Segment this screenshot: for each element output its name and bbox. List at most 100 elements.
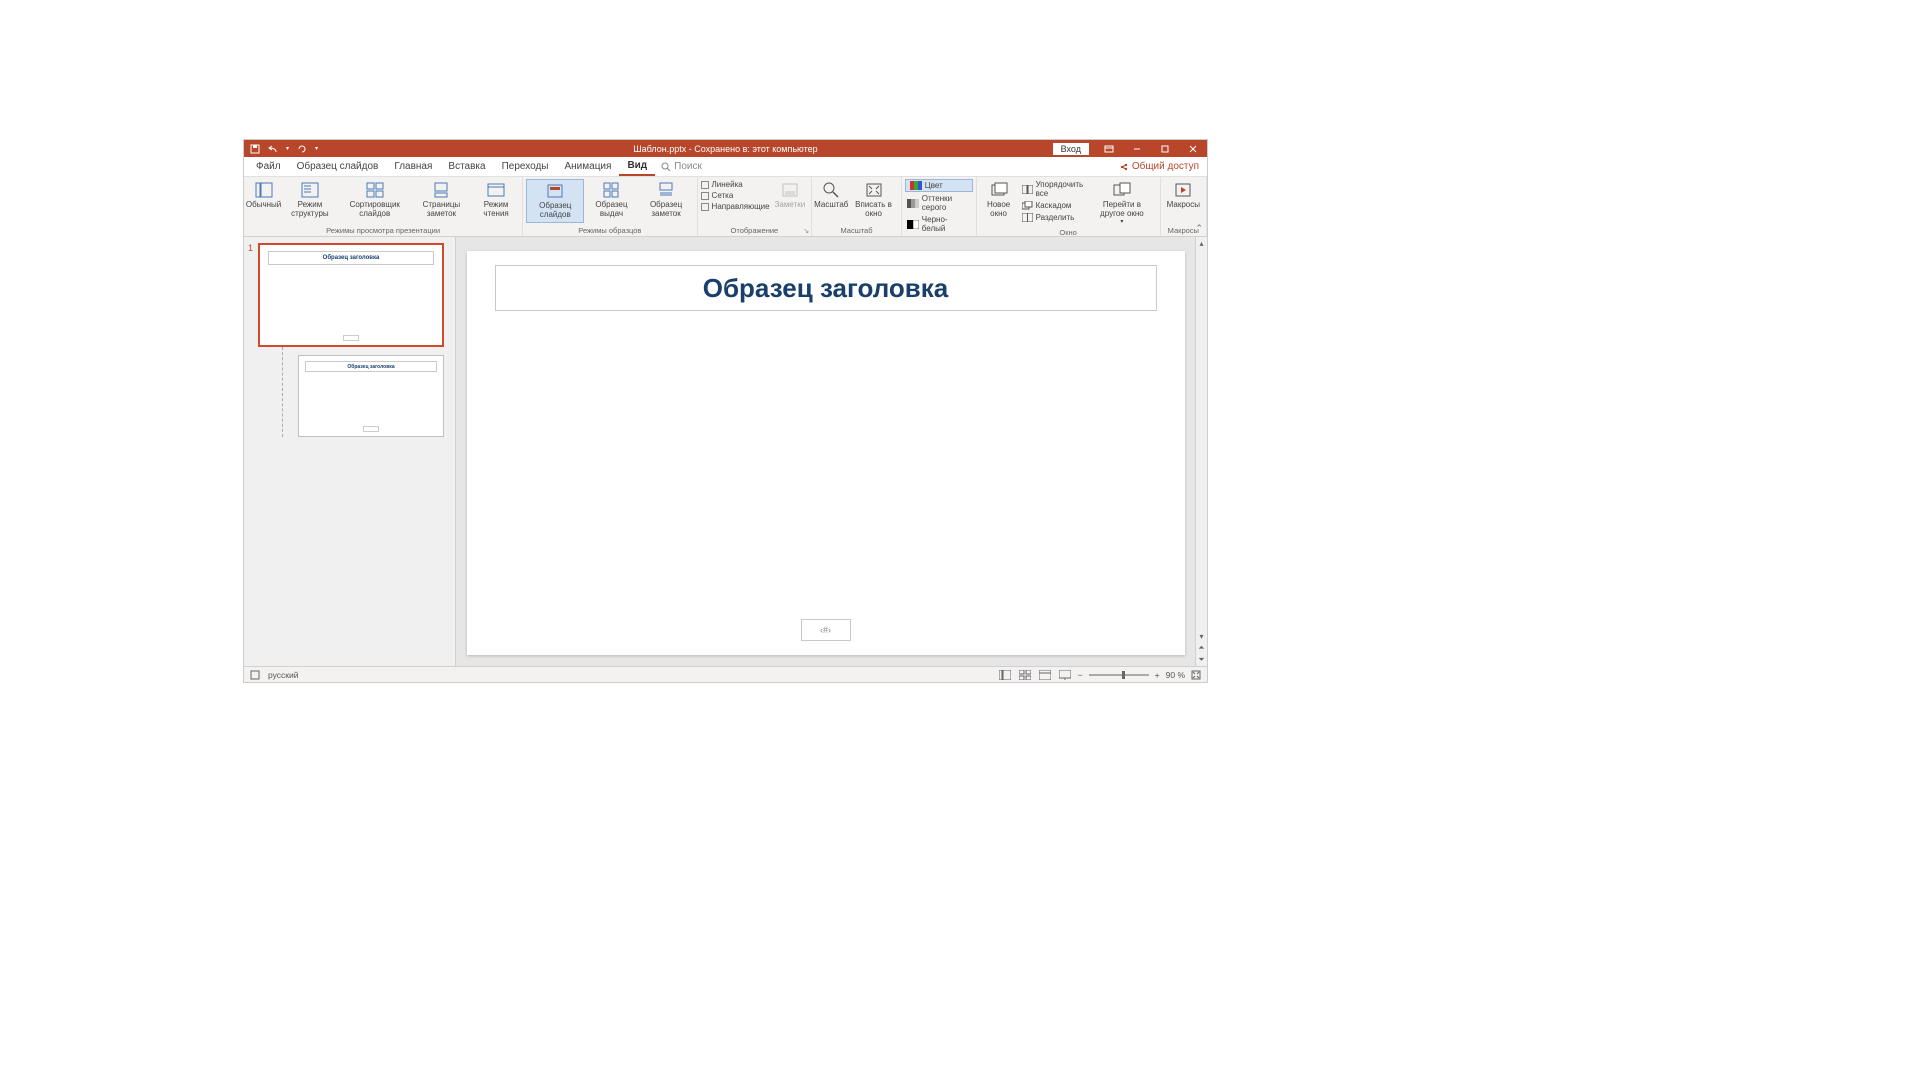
zoom-button[interactable]: Масштаб	[815, 179, 847, 212]
ribbon: Обычный Режим структуры Сортировщик слай…	[244, 177, 1207, 237]
show-dialog-launcher-icon[interactable]: ↘	[803, 227, 809, 235]
handout-master-icon	[602, 181, 620, 199]
arrange-icon	[1022, 185, 1033, 194]
slide-master-button[interactable]: Образец слайдов	[526, 179, 584, 223]
cascade-icon	[1022, 201, 1033, 210]
grayscale-button[interactable]: Оттенки серого	[905, 193, 973, 213]
qat-customize-icon[interactable]: ▾	[315, 145, 318, 152]
undo-dropdown-icon[interactable]: ▾	[286, 145, 289, 152]
handout-master-button[interactable]: Образец выдач	[586, 179, 636, 221]
chevron-down-icon: ▾	[1120, 219, 1123, 226]
close-button[interactable]	[1179, 140, 1207, 157]
prev-slide-icon[interactable]: ⏶	[1196, 642, 1207, 654]
group-color: Цвет Оттенки серого Черно-белый Цвет или…	[902, 177, 977, 236]
thumb-pagenum-box	[363, 426, 379, 432]
fit-window-icon	[865, 181, 883, 199]
layout-thumbnail-wrap[interactable]: Образец заголовка	[250, 355, 449, 437]
thumb-title-box: Образец заголовка	[268, 251, 434, 265]
grayscale-swatch-icon	[907, 199, 919, 208]
new-window-icon	[990, 181, 1008, 199]
slide-edit-area[interactable]: Образец заголовка ‹#›	[456, 237, 1195, 666]
scroll-down-icon[interactable]: ▾	[1196, 630, 1207, 642]
menu-animation[interactable]: Анимация	[556, 157, 619, 176]
bw-button[interactable]: Черно-белый	[905, 214, 973, 234]
fit-to-window-status-icon[interactable]	[1191, 670, 1201, 680]
color-button[interactable]: Цвет	[905, 179, 973, 192]
login-button[interactable]: Вход	[1053, 143, 1089, 155]
maximize-button[interactable]	[1151, 140, 1179, 157]
pagenum-placeholder[interactable]: ‹#›	[801, 619, 851, 641]
checkbox-icon	[701, 203, 709, 211]
menu-slide-master[interactable]: Образец слайдов	[289, 157, 387, 176]
zoom-slider-thumb[interactable]	[1122, 671, 1125, 679]
master-thumbnail-wrap[interactable]: 1 Образец заголовка	[250, 243, 449, 347]
outline-view-button[interactable]: Режим структуры	[282, 179, 337, 221]
app-window: ▾ ▾ Шаблон.pptx - Сохранено в: этот комп…	[243, 139, 1208, 683]
accessibility-icon[interactable]	[250, 670, 260, 680]
zoom-icon	[822, 181, 840, 199]
notes-page-icon	[432, 181, 450, 199]
switch-window-button[interactable]: Перейти в другое окно ▾	[1087, 179, 1156, 227]
slideshow-status-icon[interactable]	[1058, 669, 1072, 681]
scroll-up-icon[interactable]: ▴	[1196, 237, 1207, 249]
bw-swatch-icon	[907, 220, 919, 229]
new-window-button[interactable]: Новое окно	[980, 179, 1018, 221]
notes-icon	[781, 181, 799, 199]
zoom-level[interactable]: 90 %	[1166, 670, 1185, 680]
reading-view-status-icon[interactable]	[1038, 669, 1052, 681]
language-indicator[interactable]: русский	[268, 670, 299, 680]
group-show: Линейка Сетка Направляющие Заметки Отобр…	[698, 177, 813, 236]
menu-insert[interactable]: Вставка	[440, 157, 493, 176]
thumb-title-box: Образец заголовка	[305, 361, 437, 372]
reading-view-icon	[487, 181, 505, 199]
master-thumbnail[interactable]: Образец заголовка	[258, 243, 444, 347]
notes-master-button[interactable]: Образец заметок	[639, 179, 694, 221]
search-box[interactable]: Поиск	[661, 161, 702, 172]
ribbon-collapse-icon[interactable]: ⌃	[1195, 223, 1203, 234]
undo-icon[interactable]	[268, 144, 278, 154]
arrange-all-button[interactable]: Упорядочить все	[1020, 179, 1086, 199]
zoom-out-button[interactable]: −	[1078, 670, 1083, 680]
vertical-scrollbar[interactable]: ▴ ▾ ⏶ ⏷	[1195, 237, 1207, 666]
save-icon[interactable]	[250, 144, 260, 154]
zoom-in-button[interactable]: +	[1155, 670, 1160, 680]
macros-button[interactable]: Макросы	[1164, 179, 1203, 212]
split-button[interactable]: Разделить	[1020, 212, 1086, 223]
ruler-checkbox[interactable]: Линейка	[701, 179, 770, 190]
notes-button: Заметки	[772, 179, 809, 212]
group-label-zoom: Масштаб	[815, 225, 898, 236]
thumb-pagenum-box	[343, 335, 359, 341]
layout-thumbnail[interactable]: Образец заголовка	[298, 355, 444, 437]
menu-transitions[interactable]: Переходы	[494, 157, 557, 176]
group-presentation-views: Обычный Режим структуры Сортировщик слай…	[244, 177, 523, 236]
normal-view-button[interactable]: Обычный	[247, 179, 280, 212]
sorter-view-status-icon[interactable]	[1018, 669, 1032, 681]
group-label-presentation-views: Режимы просмотра презентации	[247, 225, 519, 236]
notes-master-icon	[657, 181, 675, 199]
statusbar: русский − + 90 %	[244, 666, 1207, 682]
zoom-slider[interactable]	[1089, 674, 1149, 676]
normal-view-status-icon[interactable]	[998, 669, 1012, 681]
ribbon-display-icon[interactable]	[1095, 140, 1123, 157]
next-slide-icon[interactable]: ⏷	[1196, 654, 1207, 666]
sorter-view-button[interactable]: Сортировщик слайдов	[340, 179, 410, 221]
fit-window-button[interactable]: Вписать в окно	[849, 179, 898, 221]
reading-view-button[interactable]: Режим чтения	[473, 179, 519, 221]
menu-file[interactable]: Файл	[248, 157, 289, 176]
share-button[interactable]: Общий доступ	[1119, 161, 1199, 172]
minimize-button[interactable]	[1123, 140, 1151, 157]
color-swatch-icon	[910, 181, 922, 190]
main-area: 1 Образец заголовка Образец заголовка Об…	[244, 237, 1207, 666]
slide-canvas[interactable]: Образец заголовка ‹#›	[467, 251, 1185, 655]
menu-view[interactable]: Вид	[619, 157, 655, 176]
menu-home[interactable]: Главная	[386, 157, 440, 176]
share-label: Общий доступ	[1132, 161, 1199, 172]
share-icon	[1119, 162, 1129, 172]
title-placeholder[interactable]: Образец заголовка	[495, 265, 1157, 311]
search-placeholder: Поиск	[674, 161, 702, 172]
cascade-button[interactable]: Каскадом	[1020, 200, 1086, 211]
notes-page-button[interactable]: Страницы заметок	[412, 179, 471, 221]
redo-icon[interactable]	[297, 144, 307, 154]
guides-checkbox[interactable]: Направляющие	[701, 201, 770, 212]
grid-checkbox[interactable]: Сетка	[701, 190, 770, 201]
